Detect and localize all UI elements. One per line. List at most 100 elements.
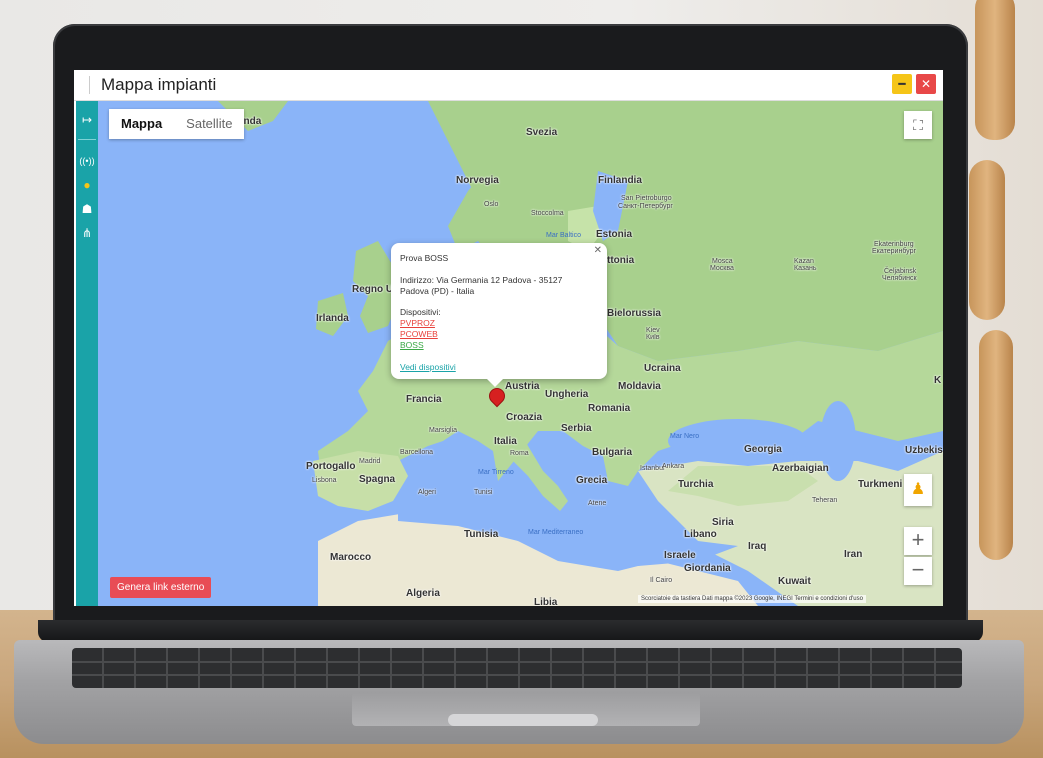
map-label: Москва <box>710 265 734 272</box>
map-label: Казань <box>794 265 817 272</box>
title-separator <box>89 76 90 94</box>
map-canvas[interactable]: Svezia Norvegia Finlandia Oslo Stoccolma… <box>98 101 943 606</box>
pin-button[interactable]: ━ <box>892 74 912 94</box>
map-label: Turkmeni <box>858 479 903 490</box>
map-label: Grecia <box>576 475 608 486</box>
map-label: Kuwait <box>778 576 811 587</box>
window-title: Mappa impianti <box>101 75 217 94</box>
map-label: Siria <box>712 517 734 528</box>
map-label: Algeri <box>418 489 436 496</box>
zoom-out-button[interactable]: − <box>904 557 932 585</box>
sidebar: ↦ ((•)) ● ☗ ⋔ <box>76 101 98 606</box>
app-window: Mappa impianti ━ ✕ ↦ ((•)) ● ☗ ⋔ Svezia … <box>74 70 943 606</box>
map-attribution[interactable]: Scorciatoie da tastiera Dati mappa ©2023… <box>638 595 866 603</box>
map-label: Algeria <box>406 588 440 599</box>
map-label: Libia <box>534 597 558 606</box>
map-label: Marsiglia <box>429 427 458 434</box>
sign-out-icon[interactable]: ↦ <box>79 112 95 128</box>
map-type-satellite-button[interactable]: Satellite <box>174 109 244 139</box>
map-label: Marocco <box>330 552 372 563</box>
info-window-address-line1: Indirizzo: Via Germania 12 Padova - 3512… <box>400 275 563 285</box>
device-link[interactable]: PVPROZ <box>400 318 435 328</box>
view-devices-link[interactable]: Vedi dispositivi <box>400 362 456 372</box>
info-window-title: Prova BOSS <box>400 253 449 263</box>
map-label: Turchia <box>678 479 714 490</box>
map-label: Atene <box>588 500 607 507</box>
fullscreen-button[interactable]: ⛶ <box>904 111 932 139</box>
map-label: ttonia <box>607 255 635 266</box>
map-label: Bielorussia <box>607 308 661 319</box>
map-label: Ungheria <box>545 389 589 400</box>
title-bar: Mappa impianti ━ ✕ <box>74 70 943 101</box>
map-label: Il Cairo <box>650 577 673 584</box>
map-label: Portogallo <box>306 461 356 472</box>
map-label: Oslo <box>484 201 499 208</box>
map-label: Ankara <box>662 463 685 470</box>
map-label: Stoccolma <box>531 210 564 217</box>
house-icon[interactable]: ☗ <box>79 201 95 217</box>
map-label: Croazia <box>506 412 543 423</box>
map-label: Madrid <box>359 458 381 465</box>
map-label: Teheran <box>812 497 838 504</box>
info-window-address-line2: Padova (PD) - Italia <box>400 286 475 296</box>
map-label: Romania <box>588 403 631 414</box>
map-label: Finlandia <box>598 175 642 186</box>
map-label: Norvegia <box>456 175 499 186</box>
info-window-arrow <box>487 379 503 387</box>
map-label: Austria <box>505 381 540 392</box>
laptop-hinge <box>38 620 983 642</box>
pegman-icon: ♟ <box>910 481 926 498</box>
map-label: Barcellona <box>400 449 434 456</box>
map-label: Regno U <box>352 284 394 295</box>
map-label: Mar Baltico <box>546 232 582 239</box>
map-label: Irlanda <box>316 313 349 324</box>
map-label: Serbia <box>561 423 592 434</box>
map-label: Moldavia <box>618 381 661 392</box>
map-label: Mar Mediterraneo <box>528 529 584 536</box>
map-pin-icon[interactable]: ● <box>79 177 95 193</box>
info-window-devices-label: Dispositivi: <box>400 307 441 317</box>
map-label: K <box>934 375 942 386</box>
map-label: Italia <box>494 436 517 447</box>
map-label: Azerbaigian <box>772 463 829 474</box>
map-label: Ucraina <box>644 363 681 374</box>
map-label: Giordania <box>684 563 731 574</box>
map-label: Lisbona <box>312 477 337 484</box>
map-label: Libano <box>684 529 717 540</box>
map-label: San Pietroburgo <box>621 195 672 202</box>
map-label: Ekaterinburg <box>874 241 914 248</box>
plus-icon: + <box>911 527 925 552</box>
close-button[interactable]: ✕ <box>916 74 936 94</box>
map-label: Челябинск <box>882 275 917 282</box>
map-label: Mar Tirreno <box>478 469 514 476</box>
zoom-in-button[interactable]: + <box>904 527 932 555</box>
device-link[interactable]: PCOWEB <box>400 329 438 339</box>
broadcast-icon[interactable]: ((•)) <box>79 153 95 169</box>
fullscreen-icon: ⛶ <box>913 117 923 133</box>
info-window-close-icon[interactable]: ✕ <box>594 245 602 256</box>
map-type-map-button[interactable]: Mappa <box>109 109 174 139</box>
map-label: Kiev <box>646 327 660 334</box>
map-label: Iraq <box>748 541 767 552</box>
router-icon[interactable]: ⋔ <box>79 225 95 241</box>
info-window: ✕ Prova BOSS Indirizzo: Via Germania 12 … <box>391 243 607 379</box>
map-label: Mosca <box>712 258 733 265</box>
map-label: Санкт-Петербург <box>618 203 673 210</box>
minus-icon: − <box>911 557 925 582</box>
device-link[interactable]: BOSS <box>400 340 424 350</box>
map-label: Mar Nero <box>670 433 700 440</box>
map-label: Kazan <box>794 258 814 265</box>
map-label: Tunisia <box>464 529 499 540</box>
map-label: Svezia <box>526 127 558 138</box>
laptop-lip <box>448 714 598 726</box>
map-label: Estonia <box>596 229 633 240</box>
map-label: Čeljabinsk <box>884 268 917 275</box>
map-label: Bulgaria <box>592 447 633 458</box>
map-label: Istanbul <box>640 465 665 472</box>
pegman-button[interactable]: ♟ <box>904 474 932 506</box>
map-label: Israele <box>664 550 696 561</box>
generate-external-link-button[interactable]: Genera link esterno <box>110 577 212 598</box>
close-icon: ✕ <box>920 77 932 91</box>
map-label: Tunisi <box>474 489 493 496</box>
laptop-keyboard <box>72 648 962 688</box>
